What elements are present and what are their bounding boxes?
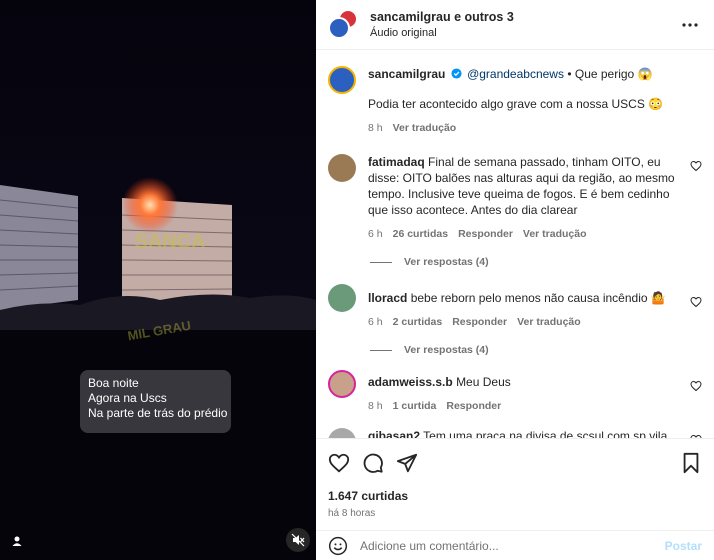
tagged-users-icon[interactable] xyxy=(8,532,26,550)
share-button[interactable] xyxy=(396,452,418,474)
post-actions: 1.647 curtidas há 8 horas xyxy=(316,438,714,519)
comment-username[interactable]: lloracd xyxy=(368,291,407,305)
post-header: sancamilgrau e outros 3 Áudio original xyxy=(316,0,714,50)
comment-username[interactable]: gibasan2 xyxy=(368,429,420,438)
translate-link[interactable]: Ver tradução xyxy=(393,120,457,136)
heart-icon xyxy=(328,453,350,473)
comment-button[interactable] xyxy=(362,452,384,474)
save-button[interactable] xyxy=(680,452,702,474)
caption-username[interactable]: sancamilgrau xyxy=(368,67,445,81)
post-time[interactable]: há 8 horas xyxy=(328,508,702,519)
post-video[interactable]: SANCA MIL GRAU Boa noite Agora na Uscs N… xyxy=(0,0,316,560)
post-author-title[interactable]: sancamilgrau e outros 3 xyxy=(370,10,514,24)
comment-item: lloracd bebe reborn pelo menos não causa… xyxy=(328,284,702,330)
post-caption: sancamilgrau @grandeabcnews • Que perigo… xyxy=(328,66,702,136)
reply-button[interactable]: Responder xyxy=(446,398,501,414)
speaker-muted-icon xyxy=(291,533,305,547)
comment-text: Meu Deus xyxy=(456,375,511,389)
bookmark-icon xyxy=(683,452,699,474)
like-comment-heart-icon[interactable] xyxy=(690,160,702,172)
avatar[interactable] xyxy=(328,370,356,398)
avatar[interactable] xyxy=(328,428,356,438)
comment-username[interactable]: fatimadaq xyxy=(368,155,425,169)
comment-likes[interactable]: 2 curtidas xyxy=(393,314,443,330)
comments-list[interactable]: sancamilgrau @grandeabcnews • Que perigo… xyxy=(316,58,714,438)
like-comment-heart-icon[interactable] xyxy=(690,296,702,308)
verified-badge-icon xyxy=(451,68,462,79)
comment-username[interactable]: adamweiss.s.b xyxy=(368,375,453,389)
caption-text: • Que perigo 😱 xyxy=(563,67,653,81)
avatar[interactable] xyxy=(328,284,356,312)
watermark-text: SANCA xyxy=(134,231,205,253)
night-scene-image: SANCA MIL GRAU xyxy=(0,0,316,560)
comment-text: bebe reborn pelo menos não causa incêndi… xyxy=(410,291,666,305)
comment-input[interactable] xyxy=(360,538,665,553)
overlay-line: Boa noite xyxy=(88,376,139,390)
avatar[interactable] xyxy=(328,154,356,182)
mute-button[interactable] xyxy=(286,528,310,552)
add-comment-bar: Postar xyxy=(316,530,714,560)
paper-plane-icon xyxy=(396,453,418,473)
comment-likes[interactable]: 26 curtidas xyxy=(393,226,448,242)
view-replies-label: Ver respostas (4) xyxy=(404,256,489,268)
comment-time[interactable]: 6 h xyxy=(368,226,383,242)
overlay-line: Agora na Uscs xyxy=(88,391,167,405)
view-replies-button[interactable]: Ver respostas (4) xyxy=(370,256,702,268)
like-comment-heart-icon[interactable] xyxy=(690,380,702,392)
video-text-overlay: Boa noite Agora na Uscs Na parte de trás… xyxy=(80,370,231,433)
likes-count[interactable]: 1.647 curtidas xyxy=(328,489,702,503)
comment-item: fatimadaq Final de semana passado, tinha… xyxy=(328,154,702,242)
view-replies-label: Ver respostas (4) xyxy=(404,344,489,356)
view-replies-button[interactable]: Ver respostas (4) xyxy=(370,344,702,356)
more-options-button[interactable] xyxy=(678,13,702,37)
comment-bubble-icon xyxy=(363,453,383,473)
comment-time[interactable]: 8 h xyxy=(368,398,383,414)
translate-link[interactable]: Ver tradução xyxy=(523,226,587,242)
emoji-icon[interactable] xyxy=(328,536,348,556)
mention-link[interactable]: @grandeabcnews xyxy=(467,67,564,81)
post-details-panel: sancamilgrau e outros 3 Áudio original s… xyxy=(316,0,714,560)
translate-link[interactable]: Ver tradução xyxy=(517,314,581,330)
reply-button[interactable]: Responder xyxy=(452,314,507,330)
comment-likes[interactable]: 1 curtida xyxy=(393,398,437,414)
reply-button[interactable]: Responder xyxy=(458,226,513,242)
comment-item: gibasan2 Tem uma praça na divisa de scsu… xyxy=(328,428,702,438)
like-button[interactable] xyxy=(328,452,350,474)
overlay-line: Na parte de trás do prédio xyxy=(88,406,228,420)
post-comment-button[interactable]: Postar xyxy=(665,539,702,553)
more-icon xyxy=(682,22,698,27)
avatar[interactable] xyxy=(328,66,356,94)
audio-label[interactable]: Áudio original xyxy=(370,27,514,39)
comment-time[interactable]: 6 h xyxy=(368,314,383,330)
caption-text-line2: Podia ter acontecido algo grave com a no… xyxy=(368,97,664,111)
comment-item: adamweiss.s.b Meu Deus 8 h 1 curtida Res… xyxy=(328,370,702,414)
caption-time[interactable]: 8 h xyxy=(368,120,383,136)
avatar-stack[interactable] xyxy=(328,8,360,41)
